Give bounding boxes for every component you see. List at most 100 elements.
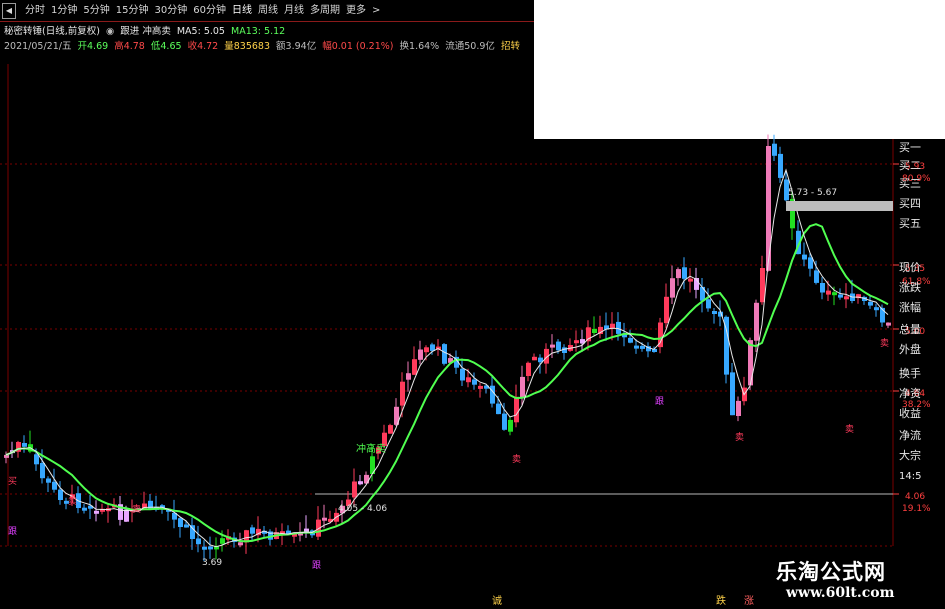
candle-body <box>640 345 645 349</box>
candle-body <box>574 340 579 344</box>
candle-body <box>46 478 51 483</box>
signal-marker: 跟 <box>312 560 321 571</box>
candle-body <box>352 481 357 498</box>
watermark-url: www.60lt.com <box>786 585 895 601</box>
candle-body <box>430 344 435 351</box>
bottom-mark-1: 诚 <box>492 595 502 607</box>
low-price-label: 3.69 <box>202 558 222 568</box>
candle-body <box>364 474 369 484</box>
candle-body <box>490 385 495 404</box>
candle-body <box>322 517 327 521</box>
candle-body <box>412 359 417 375</box>
indicator-name: 秘密转锤(日线,前复权) <box>4 26 100 37</box>
candle-body <box>808 257 813 269</box>
candle-body <box>688 278 693 282</box>
candle-body <box>550 344 555 348</box>
panel-bid3: 买三 <box>899 177 921 190</box>
indicator-info-line: 秘密转锤(日线,前复权) ◉ 跟进 冲高卖 MA5: 5.05 MA13: 5.… <box>4 25 288 39</box>
candle-body <box>190 525 195 539</box>
signal-marker: 卖 <box>132 504 141 515</box>
panel-time: 14:5 <box>899 471 922 482</box>
ma13-value: MA13: 5.12 <box>231 26 286 37</box>
annotation-labels: 5.73 - 5.67 4.05 - 4.06 3.69 冲高卖 诚 跌 涨 <box>202 188 893 607</box>
candle-body <box>406 373 411 380</box>
candle-body <box>178 518 183 527</box>
tab-daily[interactable]: 日线 <box>229 0 255 22</box>
candle-body <box>820 283 825 293</box>
high-range-label: 5.73 - 5.67 <box>788 188 837 198</box>
panel-earnings: 收益 <box>899 407 921 420</box>
quote-close: 收4.72 <box>187 41 219 52</box>
quote-open: 开4.69 <box>77 41 109 52</box>
signal-marker: 买 <box>8 476 17 487</box>
tab-weekly[interactable]: 周线 <box>255 0 281 22</box>
panel-bid4: 买四 <box>899 197 921 210</box>
candle-body <box>838 294 843 298</box>
axis-bottom-price: 4.06 <box>905 492 925 502</box>
signal-marker: 卖 <box>735 432 744 443</box>
candle-body <box>514 396 519 423</box>
candle-body <box>736 400 741 416</box>
candle-body <box>442 344 447 364</box>
candle-body <box>184 524 189 528</box>
candle-body <box>124 509 129 522</box>
panel-turnover: 换手 <box>899 367 921 380</box>
candle-body <box>730 372 735 416</box>
tab-15min[interactable]: 15分钟 <box>113 0 152 22</box>
quote-volume: 量835683 <box>224 41 271 52</box>
more-arrow-icon[interactable]: > <box>369 0 383 22</box>
quote-high: 高4.78 <box>114 41 145 52</box>
candle-body <box>388 425 393 434</box>
tab-monthly[interactable]: 月线 <box>281 0 307 22</box>
signal-marker: 卖 <box>512 454 521 465</box>
candle-body <box>40 463 45 479</box>
candle-body <box>700 286 705 301</box>
candle-body <box>766 146 771 271</box>
candle-body <box>844 296 849 300</box>
quote-float-cap: 流通50.9亿 <box>445 41 495 52</box>
candle-body <box>220 538 225 544</box>
candle-body <box>706 299 711 309</box>
candle-body <box>754 302 759 341</box>
signal-marker: 卖 <box>845 424 854 435</box>
tab-timeshare[interactable]: 分时 <box>22 0 48 22</box>
panel-change: 涨跌 <box>899 281 921 294</box>
candle-body <box>196 538 201 545</box>
candle-body <box>826 290 831 295</box>
candle-body <box>874 307 879 311</box>
panel-net-assets: 净资 <box>899 387 921 400</box>
candle-body <box>664 296 669 324</box>
panel-change-pct: 涨幅 <box>899 301 921 314</box>
tab-30min[interactable]: 30分钟 <box>151 0 190 22</box>
tab-multi-period[interactable]: 多周期 <box>307 0 343 22</box>
candlestick-chart[interactable]: 买卖卖跟跟卖跟卖卖卖 5.93 80.9% 5.35 61.8% 5.00 4.… <box>0 56 945 609</box>
candle-body <box>358 481 363 485</box>
tab-1min[interactable]: 1分钟 <box>48 0 80 22</box>
candle-body <box>832 292 837 296</box>
candle-body <box>238 542 243 546</box>
candle-body <box>676 269 681 279</box>
circle-icon: ◉ <box>105 26 115 37</box>
candle-body <box>466 377 471 383</box>
candle-body <box>772 143 777 156</box>
tab-5min[interactable]: 5分钟 <box>80 0 112 22</box>
candle-body <box>556 341 561 351</box>
bottom-mark-3: 涨 <box>744 595 754 607</box>
candle-body <box>418 349 423 360</box>
candle-body <box>478 385 483 389</box>
tab-60min[interactable]: 60分钟 <box>190 0 229 22</box>
candle-body <box>778 153 783 178</box>
panel-bid1: 买一 <box>899 141 921 154</box>
candle-body <box>802 254 807 260</box>
candle-body <box>508 419 513 432</box>
signal-markers: 买卖卖跟跟卖跟卖卖卖 <box>8 338 889 571</box>
candle-body <box>424 347 429 353</box>
chevron-left-icon[interactable]: ◀ <box>2 2 16 19</box>
candle-body <box>496 403 501 415</box>
candle-body <box>712 311 717 314</box>
candle-body <box>616 321 621 334</box>
candle-body <box>58 489 63 500</box>
candle-body <box>34 454 39 465</box>
tab-more[interactable]: 更多 <box>343 0 369 22</box>
mid-range-label: 4.05 - 4.06 <box>338 504 387 514</box>
